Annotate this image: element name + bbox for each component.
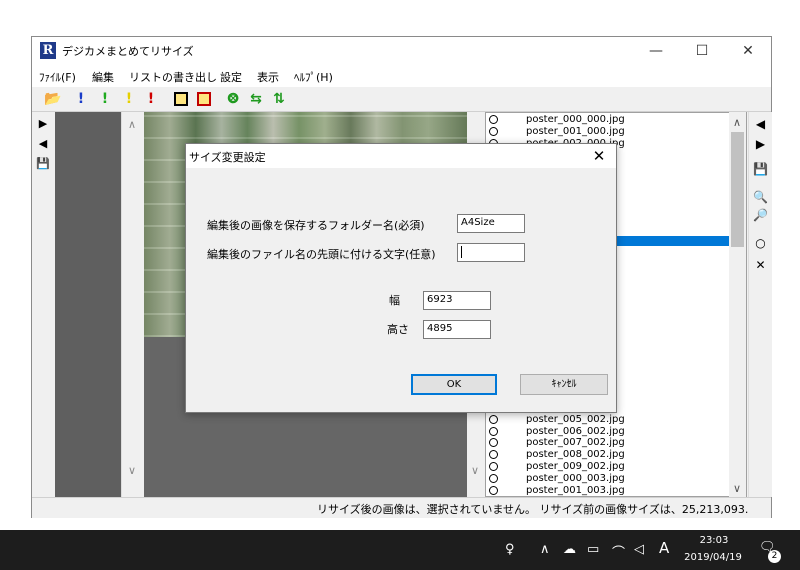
volume-icon[interactable]: ◁ — [634, 542, 644, 557]
circle-icon — [489, 438, 498, 447]
notification-count-badge: 2 — [768, 550, 781, 563]
grid-add-icon[interactable] — [195, 90, 213, 108]
menu-file[interactable]: ﾌｧｲﾙ(F) — [39, 69, 76, 85]
dialog-close-button[interactable]: ✕ — [588, 146, 610, 166]
onedrive-icon[interactable]: ☁ — [563, 542, 576, 557]
chevron-up-icon[interactable]: ∧ — [733, 116, 741, 129]
people-icon[interactable]: ♀ — [505, 542, 515, 557]
cancel-button[interactable]: ｷｬﾝｾﾙ — [520, 374, 608, 395]
scrollbar-thumb[interactable] — [731, 132, 744, 247]
ime-indicator[interactable]: A — [659, 539, 669, 557]
maximize-button[interactable]: ☐ — [679, 37, 725, 65]
zoom-out-icon[interactable]: 🔎 — [753, 208, 768, 223]
exclamation-green-icon[interactable]: ! — [96, 90, 114, 108]
menu-settings[interactable]: 設定 — [220, 69, 242, 85]
title-bar: R デジカメまとめてリサイズ — ☐ ✕ — [32, 37, 771, 65]
battery-icon[interactable]: ▭ — [587, 542, 599, 557]
chevron-up-icon[interactable]: ∧ — [128, 118, 136, 131]
list-item[interactable]: poster_008_002.jpg — [486, 449, 746, 461]
center-icon[interactable]: ⨷ — [224, 90, 242, 108]
exclamation-blue-icon[interactable]: ! — [72, 90, 90, 108]
zoom-in-icon[interactable]: 🔍 — [753, 190, 768, 205]
menu-view[interactable]: 表示 — [257, 69, 279, 85]
left-nav-strip: ▶ ◀ 💾 — [32, 112, 54, 496]
square-icon[interactable] — [172, 90, 190, 108]
open-folder-icon[interactable]: 📂 — [44, 90, 62, 108]
chevron-down-icon[interactable]: ∨ — [128, 464, 136, 477]
window-title: デジカメまとめてリサイズ — [62, 45, 194, 58]
circle-icon — [489, 415, 498, 424]
chevron-down-icon[interactable]: ∨ — [733, 482, 741, 495]
wifi-icon[interactable]: ⌒ — [612, 542, 625, 561]
minimize-button[interactable]: — — [633, 37, 679, 65]
selected-row-highlight[interactable] — [616, 236, 732, 246]
circle-icon — [489, 127, 498, 136]
play-prev-icon[interactable]: ◀ — [36, 137, 50, 151]
list-item[interactable]: poster_005_002.jpg — [486, 414, 746, 426]
height-input[interactable]: 4895 — [423, 320, 491, 339]
circle-icon — [489, 115, 498, 124]
height-label: 高さ — [387, 323, 409, 336]
circle-icon — [489, 462, 498, 471]
clock-time[interactable]: 23:03 — [689, 535, 739, 546]
play-next-icon[interactable]: ▶ — [36, 117, 50, 131]
clock-date[interactable]: 2019/04/19 — [682, 552, 744, 563]
menu-bar: ﾌｧｲﾙ(F) 編集 リストの書き出し 設定 表示 ﾍﾙﾌﾟ(H) — [32, 65, 771, 87]
menu-export-list[interactable]: リストの書き出し — [129, 69, 217, 85]
ok-button[interactable]: OK — [411, 374, 497, 395]
preview-pane — [55, 112, 121, 497]
circle-icon — [489, 486, 498, 495]
chevron-up-icon[interactable]: ∧ — [540, 542, 550, 557]
folder-name-label: 編集後の画像を保存するフォルダー名(必須) — [207, 219, 425, 232]
text-cursor — [461, 246, 462, 258]
prefix-input[interactable] — [457, 243, 525, 262]
save-icon[interactable]: 💾 — [753, 162, 768, 177]
exclamation-red-icon[interactable]: ! — [142, 90, 160, 108]
cross-mark-icon[interactable]: ✕ — [753, 258, 768, 273]
taskbar: ♀ ∧ ☁ ▭ ⌒ ◁ A 23:03 2019/04/19 🗨 2 — [0, 530, 800, 570]
play-prev-icon[interactable]: ◀ — [753, 117, 768, 132]
chevron-down-icon[interactable]: ∨ — [471, 464, 479, 477]
list-item[interactable]: poster_001_003.jpg — [486, 485, 746, 496]
circle-mark-icon[interactable]: ○ — [753, 236, 768, 251]
folder-name-input[interactable]: A4Size — [457, 214, 525, 233]
list-item[interactable]: poster_007_002.jpg — [486, 437, 746, 449]
list-item[interactable]: poster_001_000.jpg — [486, 126, 746, 138]
resize-settings-dialog: サイズ変更設定 ✕ 編集後の画像を保存するフォルダー名(必須) A4Size 編… — [185, 143, 617, 413]
swap-arrows-icon[interactable]: ⇆ — [247, 90, 265, 108]
save-icon[interactable]: 💾 — [36, 157, 50, 171]
app-icon: R — [40, 42, 56, 59]
exclamation-yellow-icon[interactable]: ! — [120, 90, 138, 108]
list-item[interactable]: poster_009_002.jpg — [486, 461, 746, 473]
circle-icon — [489, 427, 498, 436]
toolbar: 📂 ! ! ! ! ⨷ ⇆ ⇅ — [32, 87, 771, 112]
width-input[interactable]: 6923 — [423, 291, 491, 310]
close-button[interactable]: ✕ — [725, 37, 771, 65]
dialog-title: サイズ変更設定 — [189, 151, 266, 164]
menu-edit[interactable]: 編集 — [92, 69, 114, 85]
width-label: 幅 — [389, 294, 400, 307]
menu-help[interactable]: ﾍﾙﾌﾟ(H) — [294, 69, 333, 85]
status-text: リサイズ後の画像は、選択されていません。 リサイズ前の画像サイズは、25,213… — [317, 503, 749, 516]
status-bar: リサイズ後の画像は、選択されていません。 リサイズ前の画像サイズは、25,213… — [32, 497, 771, 518]
play-next-icon[interactable]: ▶ — [753, 137, 768, 152]
circle-icon — [489, 474, 498, 483]
prefix-label: 編集後のファイル名の先頭に付ける文字(任意) — [207, 248, 436, 261]
list-item[interactable]: poster_000_000.jpg — [486, 114, 746, 126]
dialog-title-bar: サイズ変更設定 ✕ — [186, 144, 616, 168]
list-item[interactable]: poster_000_003.jpg — [486, 473, 746, 485]
preview-scrollbar[interactable]: ∧ ∨ — [121, 112, 144, 497]
sort-arrows-icon[interactable]: ⇅ — [270, 90, 288, 108]
circle-icon — [489, 450, 498, 459]
right-tool-strip: ◀ ▶ 💾 🔍 🔎 ○ ✕ — [748, 112, 772, 497]
